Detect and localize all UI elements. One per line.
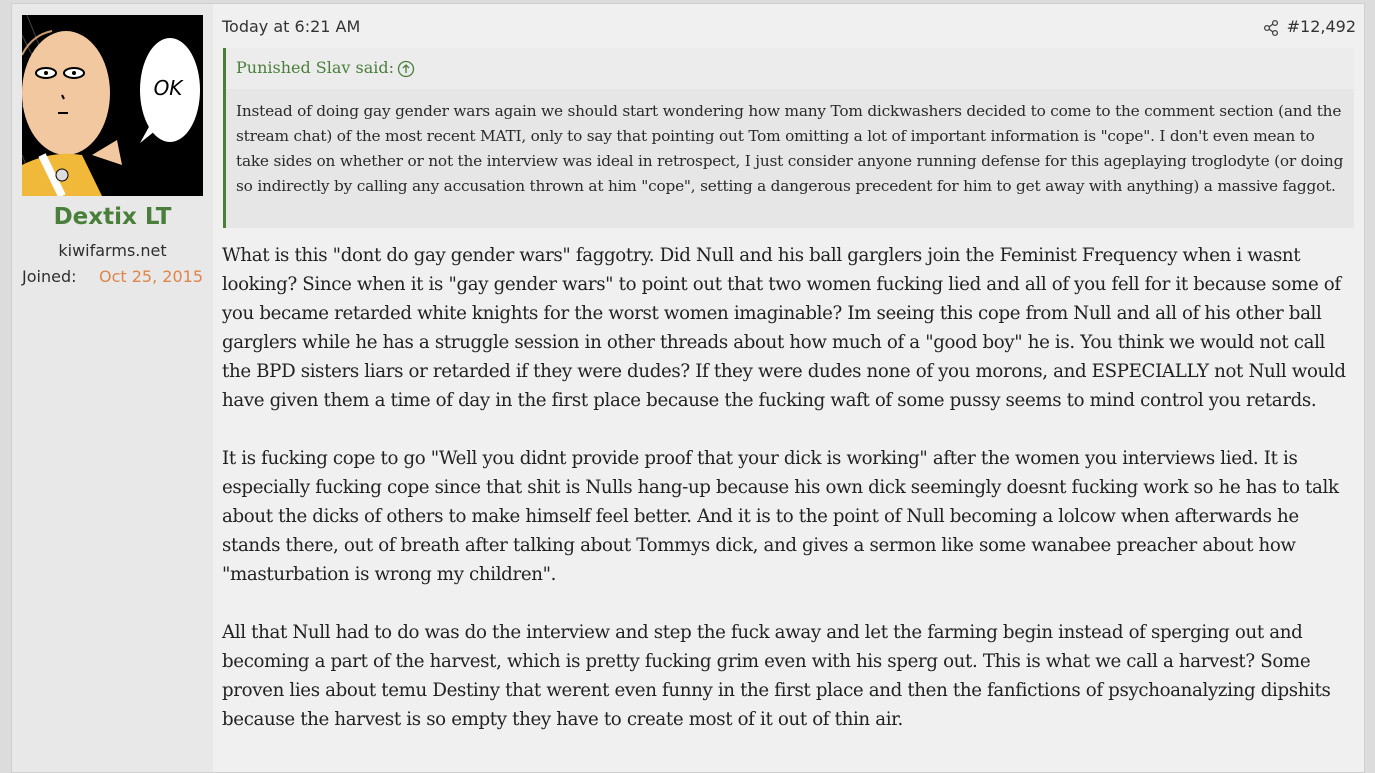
- post-paragraph: It is fucking cope to go "Well you didnt…: [222, 448, 1339, 585]
- share-icon[interactable]: [1262, 19, 1280, 37]
- post-timestamp[interactable]: Today at 6:21 AM: [222, 17, 360, 36]
- joined-label: Joined:: [22, 267, 77, 286]
- post-number-link[interactable]: #12,492: [1287, 17, 1356, 36]
- quote-header: Punished Slav said:: [226, 48, 1354, 89]
- joined-date: Oct 25, 2015: [99, 267, 203, 286]
- username[interactable]: Dextix LT: [12, 204, 213, 230]
- quote-author[interactable]: Punished Slav said:: [236, 58, 394, 77]
- avatar-speech-text: OK: [154, 76, 185, 100]
- avatar[interactable]: OK: [22, 15, 203, 196]
- post-main: Today at 6:21 AM #12,492 Punished Slav s…: [222, 4, 1356, 772]
- quote-text: Instead of doing gay gender wars again w…: [236, 102, 1344, 195]
- arrow-up-circle-icon[interactable]: [397, 60, 415, 78]
- quote-block: Punished Slav said: Instead of doing gay…: [223, 48, 1354, 228]
- post-body: What is this "dont do gay gender wars" f…: [222, 241, 1356, 763]
- post-meta: Today at 6:21 AM #12,492: [222, 17, 1356, 39]
- bald-hero-avatar-icon: OK: [22, 15, 203, 196]
- post-container: OK Dextix LT kiwifarms.net Joined: Oct 2…: [11, 3, 1365, 773]
- user-title: kiwifarms.net: [58, 241, 167, 260]
- post-paragraph: All that Null had to do was do the inter…: [222, 622, 1331, 730]
- user-sidebar: OK Dextix LT kiwifarms.net Joined: Oct 2…: [12, 4, 213, 772]
- post-paragraph: What is this "dont do gay gender wars" f…: [222, 245, 1346, 411]
